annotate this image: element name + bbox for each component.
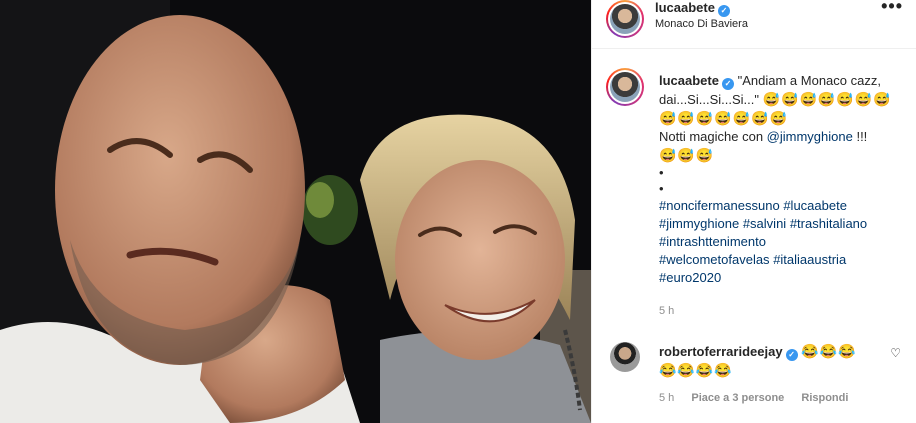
video-frame [0,0,591,423]
caption-author-avatar[interactable] [606,68,644,106]
verified-badge-icon: ✓ [785,349,798,361]
author-avatar[interactable] [606,0,644,38]
mention-link[interactable]: @jimmyghione [767,129,853,144]
comment-emoji-row-2: 😂😂😂😂 [659,362,733,378]
commenter-avatar[interactable] [610,342,640,372]
post-details-panel: lucaabete ✓ Monaco Di Baviera ••• lucaabe… [591,0,916,423]
author-username-text[interactable]: lucaabete [655,0,715,15]
caption-username[interactable]: lucaabete [659,73,719,88]
caption-emoji-row-2: 😅😅😅😅😅😅😅 [659,110,789,126]
reply-button[interactable]: Rispondi [801,392,848,404]
caption-emoji-row-1: 😅😅😅😅😅😅😅 [762,91,892,107]
caption-bullet: • [659,181,664,196]
comment-text: robertoferrarideejay ✓ 😂😂😂 😂😂😂😂 [659,342,874,380]
caption-bullet: • [659,165,664,180]
comment-likes-link[interactable]: Piace a 3 persone [691,392,784,404]
caption-timestamp[interactable]: 5 h [659,305,674,317]
verified-badge-icon: ✓ [717,5,730,17]
hashtag-link[interactable]: #lucaabete [783,198,847,213]
hashtag-link[interactable]: #euro2020 [659,270,721,285]
post-header: lucaabete ✓ Monaco Di Baviera ••• [592,0,916,49]
caption-text: lucaabete ✓ "Andiam a Monaco cazz, dai...… [659,72,899,287]
caption-notti-suffix: !!! [852,129,868,144]
comment-timestamp[interactable]: 5 h [659,392,674,404]
hashtag-link[interactable]: #italiaaustria [773,252,846,267]
comment-item: robertoferrarideejay ✓ 😂😂😂 😂😂😂😂 ♡ 5 h Pia… [592,336,916,423]
hashtag-link[interactable]: #trashitaliano [790,216,867,231]
comment-emoji-row-1: 😂😂😂 [801,343,857,359]
hashtag-link[interactable]: #welcometofavelas [659,252,770,267]
verified-badge-icon: ✓ [721,78,734,90]
post-location[interactable]: Monaco Di Baviera [655,18,748,30]
commenter-username[interactable]: robertoferrarideejay [659,344,783,359]
caption-notti-text: Notti magiche con [659,129,767,144]
hashtag-link[interactable]: #intrashttenimento [659,234,766,249]
author-username[interactable]: lucaabete ✓ [655,0,730,17]
hashtag-link[interactable]: #jimmyghione [659,216,739,231]
more-options-icon[interactable]: ••• [881,0,903,17]
hashtag-link[interactable]: #noncifermanessuno [659,198,780,213]
hashtag-link[interactable]: #salvini [743,216,786,231]
heart-outline-icon[interactable]: ♡ [890,346,901,360]
comment-meta: 5 h Piace a 3 persone Rispondi [659,392,862,404]
caption-emoji-row-3: 😅😅😅 [659,147,715,163]
post-video[interactable] [0,0,591,423]
